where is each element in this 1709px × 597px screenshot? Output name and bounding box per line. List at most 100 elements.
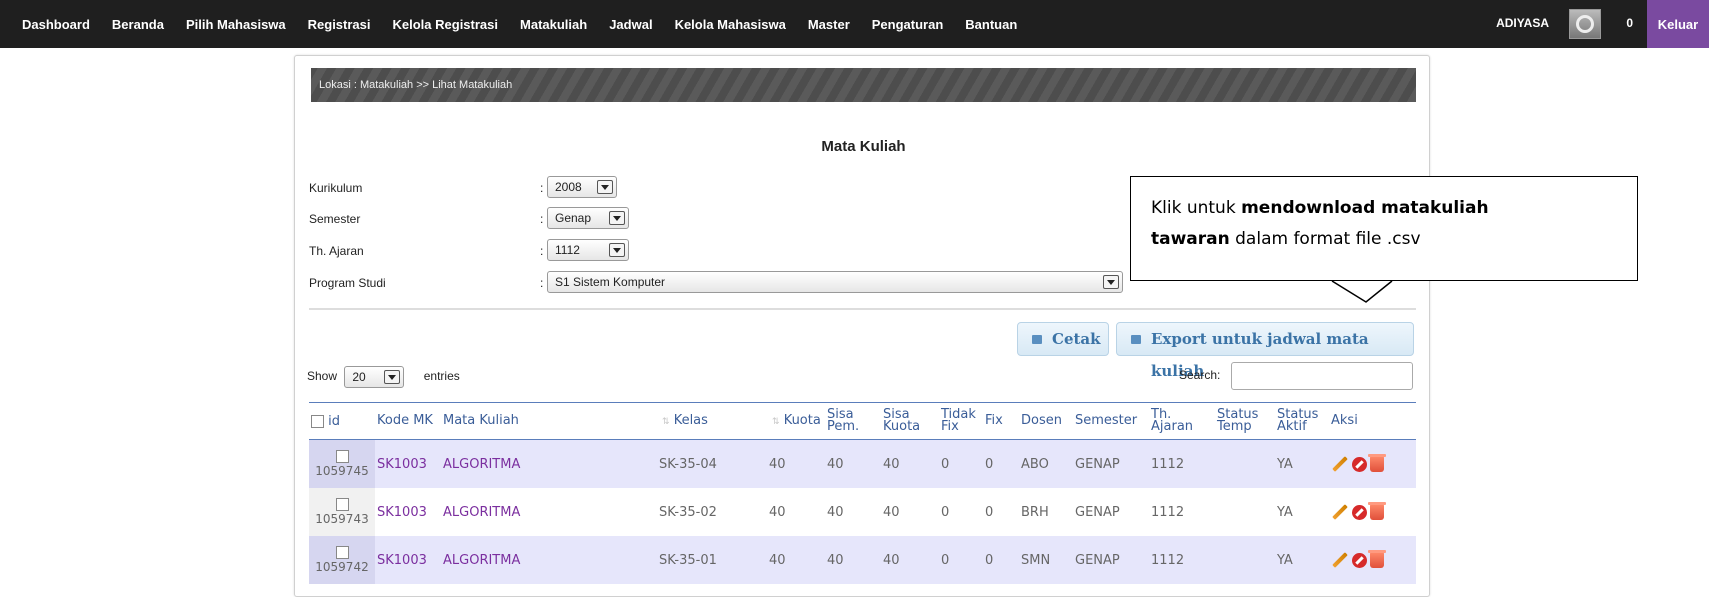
disable-icon[interactable] — [1352, 552, 1367, 568]
cetak-button[interactable]: Cetak — [1017, 322, 1109, 356]
row-checkbox[interactable] — [335, 498, 349, 511]
chevron-down-icon — [597, 180, 613, 194]
sisa-kuota-cell: 40 — [881, 439, 939, 488]
kode-cell[interactable]: SK1003 — [375, 536, 441, 584]
colon: : — [540, 276, 544, 290]
gear-icon[interactable] — [1569, 9, 1601, 39]
export-button[interactable]: Export untuk jadwal mata kuliah — [1116, 322, 1414, 380]
page-title: Mata Kuliah — [821, 138, 906, 155]
kurikulum-select[interactable]: 2008 — [547, 176, 617, 198]
sisa-pem-cell: 40 — [825, 488, 881, 536]
tidak-fix-cell: 0 — [939, 536, 983, 584]
filter-row-th-ajaran: Th. Ajaran : 1112 — [309, 239, 1109, 263]
nav-kelola-registrasi[interactable]: Kelola Registrasi — [393, 17, 499, 32]
disable-icon[interactable] — [1352, 456, 1367, 472]
col-mata-kuliah[interactable]: Mata Kuliah — [441, 402, 657, 440]
col-kode[interactable]: Kode MK — [375, 402, 441, 440]
search-input[interactable] — [1231, 362, 1413, 390]
chevron-down-icon — [1103, 275, 1119, 289]
row-id-cell: 1059743 — [309, 488, 375, 536]
col-kuota-label: Kuota — [783, 412, 821, 428]
select-all-checkbox[interactable] — [311, 414, 324, 428]
trash-icon[interactable] — [1368, 550, 1386, 568]
row-id: 1059742 — [315, 560, 369, 574]
col-sisa-kuota[interactable]: Sisa Kuota — [881, 402, 939, 440]
chevron-down-icon — [384, 369, 401, 384]
sisa-pem-cell: 40 — [825, 439, 881, 488]
col-id[interactable]: id — [309, 402, 375, 440]
col-status-temp[interactable]: Status Temp — [1215, 402, 1275, 440]
th-ajaran-select[interactable]: 1112 — [547, 239, 629, 261]
nav-kelola-mahasiswa[interactable]: Kelola Mahasiswa — [675, 17, 786, 32]
annotation-callout: Klik untuk mendownload matakuliah tawaran… — [1130, 176, 1638, 281]
kode-cell[interactable]: SK1003 — [375, 439, 441, 488]
table-header-row: id Kode MK Mata Kuliah ⇅ Kelas ⇅ Kuota S… — [309, 402, 1416, 440]
edit-icon[interactable] — [1332, 504, 1348, 520]
sisa-kuota-cell: 40 — [881, 536, 939, 584]
callout-text-1: Klik untuk — [1151, 198, 1242, 218]
semester-cell: GENAP — [1073, 488, 1149, 536]
cetak-label: Cetak — [1052, 330, 1101, 348]
col-aksi[interactable]: Aksi — [1329, 402, 1416, 440]
col-dosen-label: Dosen — [1021, 413, 1062, 428]
dosen-cell: SMN — [1019, 536, 1073, 584]
nav-master[interactable]: Master — [808, 17, 850, 32]
edit-icon[interactable] — [1332, 456, 1348, 472]
kelas-cell: SK-35-04 — [657, 439, 767, 488]
mata-kuliah-cell[interactable]: ALGORITMA — [441, 488, 657, 536]
col-kuota[interactable]: ⇅ Kuota — [767, 402, 825, 440]
kurikulum-value: 2008 — [555, 180, 582, 194]
col-semester[interactable]: Semester — [1073, 402, 1149, 440]
col-kelas[interactable]: ⇅ Kelas — [657, 402, 767, 440]
logout-button[interactable]: Keluar — [1647, 0, 1709, 48]
col-tidak-fix[interactable]: Tidak Fix — [939, 402, 983, 440]
col-status-aktif[interactable]: Status Aktif — [1275, 402, 1329, 440]
dosen-cell: BRH — [1019, 488, 1073, 536]
notification-count[interactable]: 0 — [1626, 16, 1633, 30]
sort-icon: ⇅ — [772, 416, 780, 427]
status-aktif-cell: YA — [1275, 439, 1329, 488]
nav-beranda[interactable]: Beranda — [112, 17, 164, 32]
username[interactable]: ADIYASA — [1496, 16, 1549, 30]
row-checkbox[interactable] — [335, 546, 349, 559]
col-th-ajaran[interactable]: Th. Ajaran — [1149, 402, 1215, 440]
row-checkbox[interactable] — [335, 450, 349, 463]
col-fix[interactable]: Fix — [983, 402, 1019, 440]
nav-matakuliah[interactable]: Matakuliah — [520, 17, 587, 32]
edit-icon[interactable] — [1332, 552, 1348, 568]
table-row: 1059742 SK1003 ALGORITMA SK-35-01 40 40 … — [309, 536, 1416, 584]
disable-icon[interactable] — [1352, 504, 1367, 520]
col-sisa-kuota-label-2: Kuota — [883, 419, 921, 434]
nav-bantuan[interactable]: Bantuan — [965, 17, 1017, 32]
nav-registrasi[interactable]: Registrasi — [308, 17, 371, 32]
status-aktif-cell: YA — [1275, 536, 1329, 584]
trash-icon[interactable] — [1368, 454, 1386, 472]
col-status-aktif-label-2: Aktif — [1277, 419, 1307, 434]
prodi-select[interactable]: S1 Sistem Komputer — [547, 271, 1123, 293]
col-sisa-pem[interactable]: Sisa Pem. — [825, 402, 881, 440]
trash-icon[interactable] — [1368, 502, 1386, 520]
col-id-label: id — [328, 413, 341, 429]
col-dosen[interactable]: Dosen — [1019, 402, 1073, 440]
col-kode-label: Kode MK — [377, 413, 433, 428]
nav-dashboard[interactable]: Dashboard — [22, 17, 90, 32]
aksi-cell — [1329, 536, 1416, 584]
col-sisa-pem-label-2: Pem. — [827, 419, 860, 434]
nav-pengaturan[interactable]: Pengaturan — [872, 17, 944, 32]
kode-cell[interactable]: SK1003 — [375, 488, 441, 536]
sisa-kuota-cell: 40 — [881, 488, 939, 536]
mata-kuliah-cell[interactable]: ALGORITMA — [441, 439, 657, 488]
page-length-select[interactable]: 20 — [344, 365, 405, 388]
semester-cell: GENAP — [1073, 439, 1149, 488]
row-id: 1059743 — [315, 512, 369, 526]
semester-select[interactable]: Genap — [547, 207, 629, 229]
mata-kuliah-cell[interactable]: ALGORITMA — [441, 536, 657, 584]
divider — [309, 308, 1416, 310]
col-aksi-label: Aksi — [1331, 413, 1358, 428]
aksi-cell — [1329, 488, 1416, 536]
nav-pilih-mahasiswa[interactable]: Pilih Mahasiswa — [186, 17, 286, 32]
nav-jadwal[interactable]: Jadwal — [609, 17, 652, 32]
semester-value: Genap — [555, 211, 592, 225]
row-id: 1059745 — [315, 464, 369, 478]
colon: : — [540, 212, 544, 226]
